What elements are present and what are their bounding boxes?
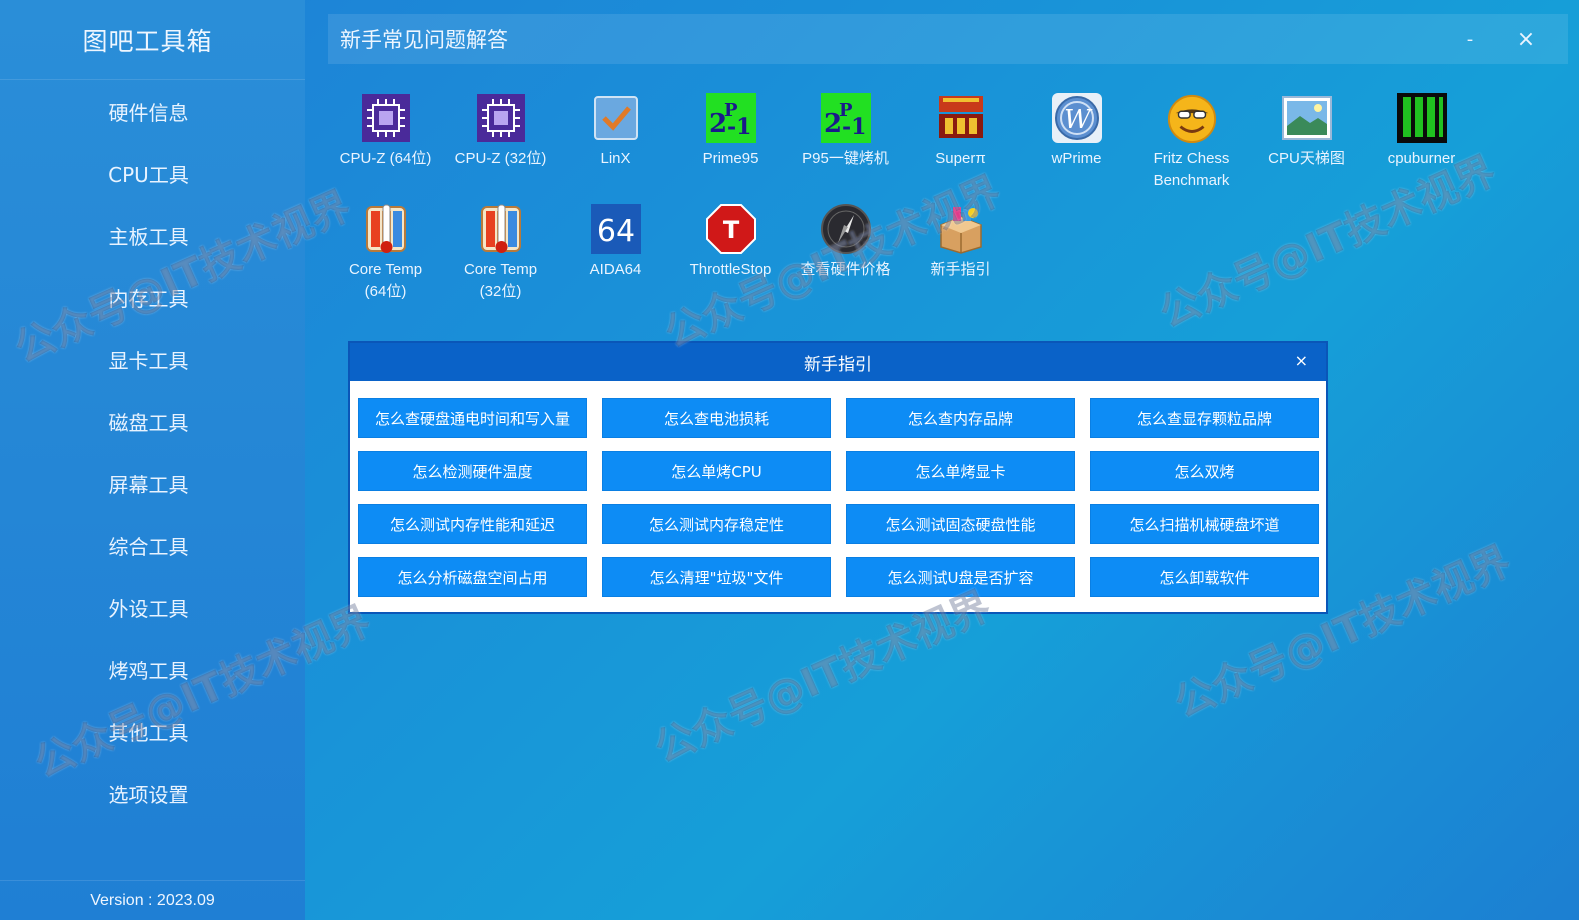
tool-label: wPrime [1051,150,1102,167]
tool-label: ThrottleStop [689,261,772,278]
tool-label: Fritz Chess Benchmark [1153,150,1230,189]
page-title: 新手常见问题解答 [340,28,508,52]
header-bar: 新手常见问题解答 - × [328,14,1568,64]
tool-fritz-chess[interactable]: Fritz Chess Benchmark [1134,92,1249,192]
sidebar: 图吧工具箱 硬件信息 CPU工具 主板工具 内存工具 显卡工具 磁盘工具 屏幕工… [0,0,305,920]
app-title: 图吧工具箱 [0,0,305,80]
guide-button-dual-stress[interactable]: 怎么双烤 [1090,451,1319,491]
guide-button-disk-power-on-hours[interactable]: 怎么查硬盘通电时间和写入量 [358,398,587,438]
tool-prime95[interactable]: 2 P -1 Prime95 [673,92,788,170]
sidebar-item-motherboard-tools[interactable]: 主板工具 [0,204,305,266]
guide-button-memory-perf[interactable]: 怎么测试内存性能和延迟 [358,504,587,544]
tool-label: cpuburner [1387,150,1456,167]
superpi-icon [935,92,987,144]
wprime-icon: W [1051,92,1103,144]
prime95-icon: 2 P -1 [705,92,757,144]
sidebar-item-cpu-tools[interactable]: CPU工具 [0,142,305,204]
thermometer-icon [475,203,527,255]
newbie-guide-dialog: 新手指引 × 怎么查硬盘通电时间和写入量 怎么查电池损耗 怎么查内存品牌 怎么查… [348,341,1328,614]
dialog-header: 新手指引 × [350,343,1326,381]
sidebar-item-disk-tools[interactable]: 磁盘工具 [0,390,305,452]
cpu-ladder-image-icon [1281,92,1333,144]
tool-label: Core Temp (32位) [463,261,538,300]
tool-label: 新手指引 [930,261,991,278]
thermometer-icon [360,203,412,255]
guide-button-hdd-bad-sectors[interactable]: 怎么扫描机械硬盘坏道 [1090,504,1319,544]
tool-aida64[interactable]: 64 AIDA64 [558,203,673,281]
tool-cpu-z-64[interactable]: CPU-Z (64位) [328,92,443,170]
linx-checkbox-icon [590,92,642,144]
tool-label: P95一键烤机 [802,150,889,167]
sidebar-item-gpu-tools[interactable]: 显卡工具 [0,328,305,390]
tool-label: Prime95 [702,150,759,167]
sidebar-item-settings[interactable]: 选项设置 [0,762,305,824]
guide-button-vram-brand[interactable]: 怎么查显存颗粒品牌 [1090,398,1319,438]
tool-core-temp-64[interactable]: Core Temp (64位) [328,203,443,303]
guide-button-ssd-perf[interactable]: 怎么测试固态硬盘性能 [846,504,1075,544]
version-label: Version : 2023.09 [0,880,305,920]
tool-wprime[interactable]: W wPrime [1019,92,1134,170]
tool-label: LinX [600,150,631,167]
prime95-icon: 2 P -1 [820,92,872,144]
tool-throttlestop[interactable]: T ThrottleStop [673,203,788,281]
tool-core-temp-32[interactable]: Core Temp (32位) [443,203,558,303]
throttlestop-icon: T [705,203,757,255]
guide-box-icon [935,203,987,255]
guide-button-memory-stability[interactable]: 怎么测试内存稳定性 [602,504,831,544]
tool-label: CPU-Z (32位) [454,150,547,167]
cpu-z-icon [360,92,412,144]
sidebar-item-hardware-info[interactable]: 硬件信息 [0,80,305,142]
guide-button-hardware-temp[interactable]: 怎么检测硬件温度 [358,451,587,491]
sidebar-item-general-tools[interactable]: 综合工具 [0,514,305,576]
sidebar-item-memory-tools[interactable]: 内存工具 [0,266,305,328]
aida64-icon: 64 [590,203,642,255]
svg-text:W: W [1064,105,1093,135]
tool-newbie-guide[interactable]: 新手指引 [903,203,1018,281]
svg-text:-1: -1 [727,114,751,140]
tool-label: CPU天梯图 [1268,150,1345,167]
svg-text:T: T [722,216,739,244]
tool-label: CPU-Z (64位) [339,150,432,167]
guide-button-usb-capacity[interactable]: 怎么测试U盘是否扩容 [846,557,1075,597]
tool-cpuburner[interactable]: cpuburner [1364,92,1479,170]
cpu-z-icon [475,92,527,144]
dialog-close-button[interactable]: × [1295,351,1308,370]
tool-label: Superπ [935,150,986,167]
svg-text:-1: -1 [842,114,866,140]
guide-button-memory-brand[interactable]: 怎么查内存品牌 [846,398,1075,438]
guide-button-clean-junk[interactable]: 怎么清理"垃圾"文件 [602,557,831,597]
sidebar-item-screen-tools[interactable]: 屏幕工具 [0,452,305,514]
guide-button-cpu-stress[interactable]: 怎么单烤CPU [602,451,831,491]
guide-button-grid: 怎么查硬盘通电时间和写入量 怎么查电池损耗 怎么查内存品牌 怎么查显存颗粒品牌 … [358,398,1320,597]
tool-linx[interactable]: LinX [558,92,673,170]
svg-text:64: 64 [596,214,634,249]
sidebar-item-peripheral-tools[interactable]: 外设工具 [0,576,305,638]
tool-cpu-z-32[interactable]: CPU-Z (32位) [443,92,558,170]
guide-button-uninstall[interactable]: 怎么卸载软件 [1090,557,1319,597]
tool-superpi[interactable]: Superπ [903,92,1018,170]
sidebar-nav: 硬件信息 CPU工具 主板工具 内存工具 显卡工具 磁盘工具 屏幕工具 综合工具… [0,80,305,824]
tool-p95-oneclick[interactable]: 2 P -1 P95一键烤机 [788,92,903,170]
price-compass-icon [820,203,872,255]
tool-label: AIDA64 [589,261,642,278]
tool-cpu-ladder[interactable]: CPU天梯图 [1249,92,1364,170]
guide-button-disk-space[interactable]: 怎么分析磁盘空间占用 [358,557,587,597]
sidebar-item-stress-tools[interactable]: 烤鸡工具 [0,638,305,700]
tool-label: 查看硬件价格 [800,261,891,278]
sidebar-item-other-tools[interactable]: 其他工具 [0,700,305,762]
guide-button-battery-wear[interactable]: 怎么查电池损耗 [602,398,831,438]
guide-button-gpu-stress[interactable]: 怎么单烤显卡 [846,451,1075,491]
cpuburner-icon [1396,92,1448,144]
minimize-button[interactable]: - [1450,14,1490,64]
dialog-title: 新手指引 [804,354,872,375]
close-button[interactable]: × [1506,14,1546,64]
tool-label: Core Temp (64位) [348,261,423,300]
tool-hardware-price[interactable]: 查看硬件价格 [788,203,903,281]
fritz-chess-icon [1166,92,1218,144]
